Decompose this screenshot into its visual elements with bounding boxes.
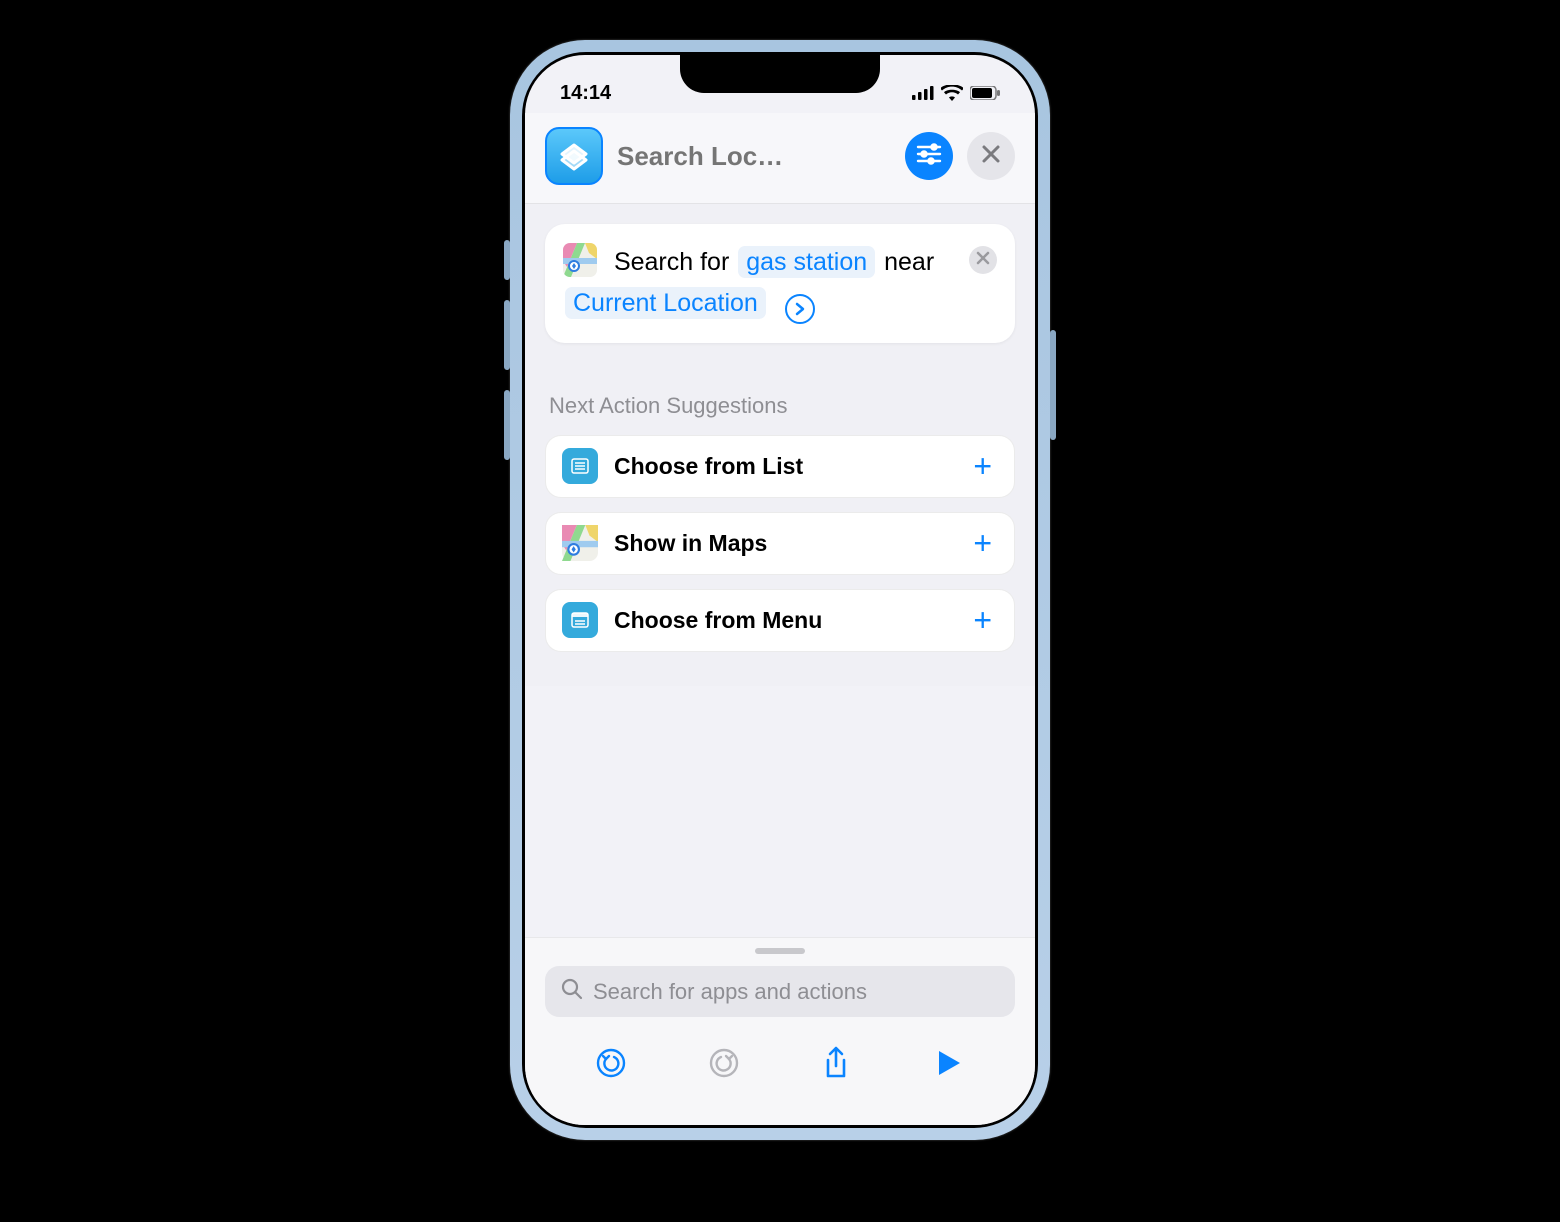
wifi-icon: [941, 85, 963, 101]
phone-frame: 14:14: [510, 40, 1050, 1140]
redo-button[interactable]: [704, 1045, 744, 1085]
battery-icon: [970, 86, 1000, 100]
undo-button[interactable]: [591, 1045, 631, 1085]
header: [525, 113, 1035, 204]
menu-icon: [562, 602, 598, 638]
suggestion-item[interactable]: Choose from Menu +: [545, 589, 1015, 652]
share-icon: [822, 1046, 850, 1085]
cellular-signal-icon: [912, 86, 934, 100]
suggestion-label: Choose from Menu: [614, 607, 951, 634]
list-icon: [562, 448, 598, 484]
close-button[interactable]: [967, 132, 1015, 180]
sliders-icon: [916, 143, 942, 170]
plus-icon: +: [973, 525, 992, 561]
editor-content: Search for gas station near Current Loca…: [525, 204, 1035, 686]
action-param-search[interactable]: gas station: [738, 246, 875, 278]
action-search-input[interactable]: [593, 979, 999, 1005]
action-middle-text: near: [884, 248, 934, 276]
mute-switch: [504, 240, 510, 280]
maps-app-icon: [562, 525, 598, 561]
run-button[interactable]: [929, 1045, 969, 1085]
add-suggestion-button[interactable]: +: [967, 602, 998, 639]
shortcuts-app-icon[interactable]: [545, 127, 603, 185]
search-icon: [561, 978, 583, 1005]
volume-down-button: [504, 390, 510, 460]
power-button: [1050, 330, 1056, 440]
action-search-bar[interactable]: [545, 966, 1015, 1017]
add-suggestion-button[interactable]: +: [967, 525, 998, 562]
suggestion-item[interactable]: Choose from List +: [545, 435, 1015, 498]
maps-app-icon: [563, 243, 597, 277]
plus-icon: +: [973, 602, 992, 638]
redo-icon: [708, 1047, 740, 1084]
add-suggestion-button[interactable]: +: [967, 448, 998, 485]
suggestions-heading: Next Action Suggestions: [549, 393, 1015, 419]
suggestion-item[interactable]: Show in Maps +: [545, 512, 1015, 575]
close-icon: [981, 144, 1001, 169]
drag-handle[interactable]: [755, 948, 805, 954]
shortcut-title-input[interactable]: [617, 141, 891, 172]
action-card-search-local[interactable]: Search for gas station near Current Loca…: [545, 224, 1015, 343]
action-prefix-text: Search for: [614, 248, 729, 276]
bottom-panel: [525, 937, 1035, 1125]
plus-icon: +: [973, 448, 992, 484]
suggestion-label: Choose from List: [614, 453, 951, 480]
toolbar: [525, 1031, 1035, 1125]
notch: [680, 55, 880, 93]
share-button[interactable]: [816, 1045, 856, 1085]
play-icon: [936, 1049, 962, 1082]
close-icon: [976, 251, 990, 270]
status-time: 14:14: [560, 82, 611, 105]
action-param-location[interactable]: Current Location: [565, 287, 766, 319]
settings-button[interactable]: [905, 132, 953, 180]
suggestion-label: Show in Maps: [614, 530, 951, 557]
remove-action-button[interactable]: [969, 246, 997, 274]
chevron-right-icon: [794, 288, 806, 329]
volume-up-button: [504, 300, 510, 370]
expand-action-button[interactable]: [785, 294, 815, 324]
undo-icon: [595, 1047, 627, 1084]
